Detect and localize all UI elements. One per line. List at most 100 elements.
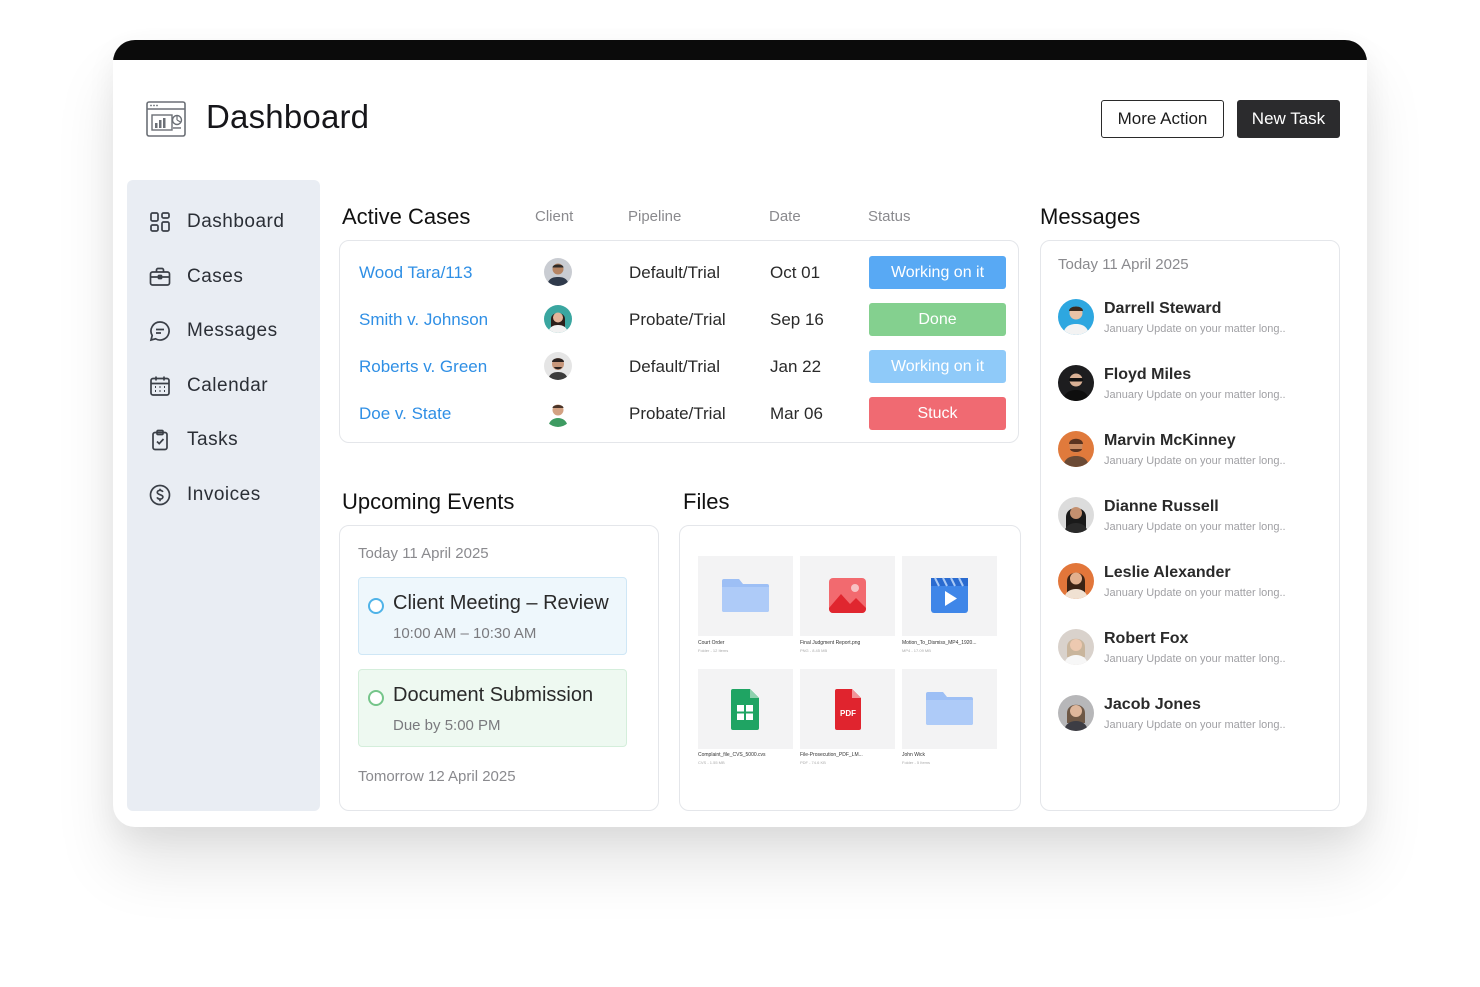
event-status-ring-icon (368, 598, 384, 614)
events-today-label: Today 11 April 2025 (358, 545, 489, 562)
file-meta: PDF - 74.6 KB (800, 760, 826, 765)
case-link[interactable]: Roberts v. Green (359, 357, 487, 377)
message-item[interactable]: Robert Fox January Update on your matter… (1041, 627, 1339, 673)
file-tile-motion-video[interactable] (902, 556, 997, 636)
message-sender: Robert Fox (1104, 630, 1189, 647)
sidebar-item-dashboard[interactable]: Dashboard (127, 202, 320, 242)
message-sender: Darrell Steward (1104, 300, 1222, 317)
more-action-button[interactable]: More Action (1101, 100, 1224, 138)
message-item[interactable]: Marvin McKinney January Update on your m… (1041, 429, 1339, 475)
avatar (1058, 365, 1094, 401)
client-avatar (544, 258, 572, 286)
upcoming-events-card: Today 11 April 2025 Client Meeting – Rev… (339, 525, 659, 811)
file-meta: CVS - 1.55 MB (698, 760, 725, 765)
file-tile-john-wick[interactable] (902, 669, 997, 749)
case-link[interactable]: Smith v. Johnson (359, 310, 488, 330)
sidebar-item-label: Messages (187, 320, 278, 341)
file-name: File-Prosecution_PDF_LM... (800, 752, 863, 758)
column-header-client: Client (535, 208, 574, 225)
case-link[interactable]: Doe v. State (359, 404, 451, 424)
chat-icon (149, 321, 170, 342)
window-top-bar (113, 40, 1367, 60)
table-row[interactable]: Roberts v. Green Default/Trial Jan 22 Wo… (340, 347, 1018, 387)
event-client-meeting[interactable]: Client Meeting – Review 10:00 AM – 10:30… (358, 577, 627, 655)
file-meta: Folder - 12 Items (698, 648, 729, 653)
table-row[interactable]: Doe v. State Probate/Trial Mar 06 Stuck (340, 394, 1018, 434)
table-row[interactable]: Smith v. Johnson Probate/Trial Sep 16 Do… (340, 300, 1018, 340)
message-sender: Dianne Russell (1104, 498, 1219, 515)
sidebar-item-label: Calendar (187, 375, 269, 396)
message-sender: Jacob Jones (1104, 696, 1201, 713)
message-preview: January Update on your matter long.. (1104, 587, 1286, 599)
message-sender: Leslie Alexander (1104, 564, 1231, 581)
file-name: Motion_To_Dismiss_MP4_1920... (902, 640, 977, 646)
client-avatar (544, 305, 572, 333)
case-link[interactable]: Wood Tara/113 (359, 263, 472, 283)
files-title: Files (683, 489, 730, 514)
spreadsheet-file-icon (731, 689, 759, 730)
folder-icon (926, 692, 973, 725)
column-header-pipeline: Pipeline (628, 208, 682, 225)
file-tile-final-judgment[interactable] (800, 556, 895, 636)
sidebar-item-calendar[interactable]: Calendar (127, 366, 320, 406)
file-name: Complaint_file_CVS_5000.cvs (698, 752, 766, 758)
new-task-button[interactable]: New Task (1237, 100, 1340, 138)
event-time: Due by 5:00 PM (393, 717, 501, 734)
sidebar-item-invoices[interactable]: Invoices (127, 475, 320, 515)
case-pipeline: Probate/Trial (629, 310, 726, 329)
file-tile-prosecution-pdf[interactable]: PDF (800, 669, 895, 749)
message-preview: January Update on your matter long.. (1104, 653, 1286, 665)
sidebar-item-cases[interactable]: Cases (127, 257, 320, 297)
avatar (1058, 497, 1094, 533)
sidebar-item-messages[interactable]: Messages (127, 311, 320, 351)
message-item[interactable]: Jacob Jones January Update on your matte… (1041, 693, 1339, 739)
clipboard-check-icon (152, 429, 168, 451)
avatar (1058, 563, 1094, 599)
files-card: Court Order Folder - 12 Items Final Judg… (679, 525, 1021, 811)
dashboard-chart-icon (146, 101, 186, 137)
message-preview: January Update on your matter long.. (1104, 719, 1286, 731)
page-title: Dashboard (206, 98, 370, 135)
avatar (1058, 299, 1094, 335)
file-meta: Folder - 5 Items (902, 760, 931, 765)
active-cases-title: Active Cases (342, 204, 471, 229)
message-item[interactable]: Leslie Alexander January Update on your … (1041, 561, 1339, 607)
folder-icon (722, 579, 769, 612)
briefcase-icon (149, 267, 171, 286)
sidebar-item-label: Dashboard (187, 211, 285, 232)
message-sender: Floyd Miles (1104, 366, 1192, 383)
file-meta: MP4 - 17.09 MB (902, 648, 931, 653)
sidebar-item-label: Tasks (187, 429, 239, 450)
grid-icon (150, 212, 170, 232)
message-item[interactable]: Darrell Steward January Update on your m… (1041, 297, 1339, 343)
event-document-submission[interactable]: Document Submission Due by 5:00 PM (358, 669, 627, 747)
case-pipeline: Default/Trial (629, 357, 721, 376)
message-preview: January Update on your matter long.. (1104, 389, 1286, 401)
status-badge[interactable]: Working on it (869, 256, 1006, 289)
message-sender: Marvin McKinney (1104, 432, 1236, 449)
status-badge[interactable]: Working on it (869, 350, 1006, 383)
file-tile-court-order[interactable] (698, 556, 793, 636)
case-pipeline: Probate/Trial (629, 404, 726, 423)
file-name: Final Judgment Report.png (800, 640, 861, 646)
messages-date-label: Today 11 April 2025 (1058, 256, 1189, 273)
calendar-icon (150, 376, 170, 396)
case-date: Oct 01 (770, 263, 821, 282)
table-row[interactable]: Wood Tara/113 Default/Trial Oct 01 Worki… (340, 253, 1018, 293)
app-window: Dashboard More Action New Task Dashboard… (113, 40, 1367, 827)
status-badge[interactable]: Stuck (869, 397, 1006, 430)
message-preview: January Update on your matter long.. (1104, 521, 1286, 533)
messages-title: Messages (1040, 204, 1141, 229)
svg-text:PDF: PDF (840, 709, 856, 718)
client-avatar (544, 399, 572, 427)
file-name: Court Order (698, 640, 725, 646)
status-badge[interactable]: Done (869, 303, 1006, 336)
message-item[interactable]: Dianne Russell January Update on your ma… (1041, 495, 1339, 541)
sidebar-item-tasks[interactable]: Tasks (127, 420, 320, 460)
column-header-date: Date (769, 208, 801, 225)
avatar (1058, 431, 1094, 467)
message-item[interactable]: Floyd Miles January Update on your matte… (1041, 363, 1339, 409)
file-tile-complaint-csv[interactable] (698, 669, 793, 749)
client-avatar (544, 352, 572, 380)
image-file-icon (829, 578, 866, 613)
